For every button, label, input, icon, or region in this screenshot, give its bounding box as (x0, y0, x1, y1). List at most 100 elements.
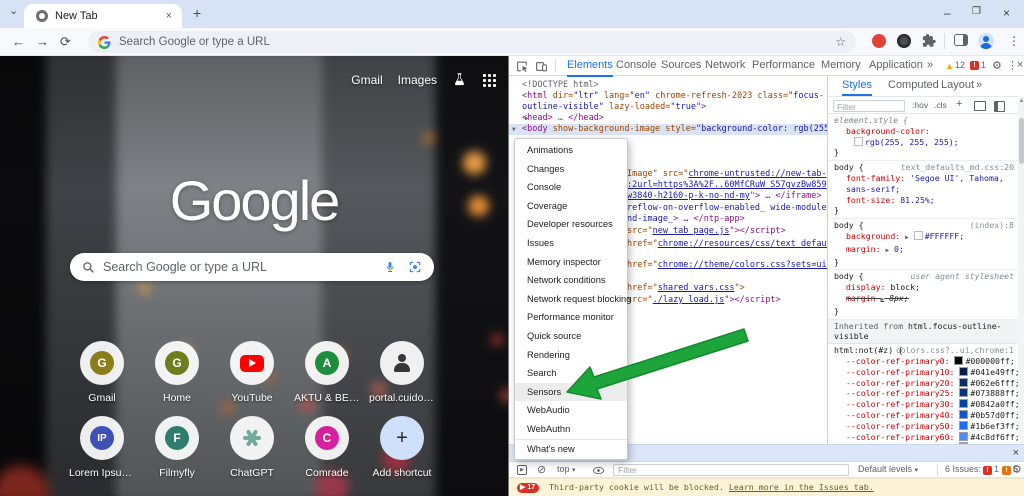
code-line-body-selected[interactable]: ▼ <body show-background-image style="back… (509, 124, 827, 135)
profile-avatar[interactable] (978, 33, 994, 49)
tab-network[interactable]: Network (705, 56, 745, 75)
side-panel-icon[interactable] (954, 34, 968, 46)
extension-aperture-icon[interactable] (897, 34, 911, 48)
tab-performance[interactable]: Performance (752, 56, 815, 75)
css-rule-body-defaults[interactable]: body {text_defaults_md.css:20 font-famil… (828, 161, 1018, 220)
browser-menu-icon[interactable]: ⋮ (1008, 35, 1020, 47)
shortcut-aktu[interactable]: A AKTU & BEU... (294, 341, 360, 404)
styles-filter-input[interactable]: Filter (833, 99, 905, 112)
stylesheet-link[interactable]: text_defaults_md.css:20 (901, 162, 1014, 173)
menu-item-rendering[interactable]: Rendering (515, 346, 627, 365)
issues-counter[interactable]: 6 Issues: (945, 464, 981, 474)
styles-scrollbar[interactable]: ▲ (1018, 96, 1024, 444)
device-toolbar-icon[interactable] (535, 60, 548, 73)
menu-item-network-request-blocking[interactable]: Network request blocking (515, 290, 631, 309)
menu-item-memory-inspector[interactable]: Memory inspector (515, 253, 627, 272)
new-style-rule-button[interactable]: + (956, 98, 962, 110)
ntp-search-box[interactable]: Search Google or type a URL (70, 253, 434, 281)
tab-new-tab[interactable]: New Tab × (24, 4, 182, 28)
code-line-doctype[interactable]: <!DOCTYPE html> (522, 80, 827, 91)
menu-item-webaudio[interactable]: WebAudio (515, 401, 627, 420)
warning-count-badge[interactable]: ▶ 17 (517, 482, 540, 493)
menu-item-sensors[interactable]: Sensors (515, 382, 627, 402)
console-filter-input[interactable]: Filter (613, 464, 849, 476)
color-swatch[interactable] (959, 409, 969, 419)
live-expression-eye-icon[interactable] (593, 466, 604, 475)
menu-item-whats-new[interactable]: What's new (515, 438, 627, 459)
css-rule-html-not[interactable]: html:not(#z) {colors.css?..ui,chrome:1 -… (828, 344, 1018, 444)
console-settings-gear-icon[interactable]: ⚙ (1012, 463, 1022, 476)
console-sidebar-icon[interactable]: ▶ (517, 465, 527, 475)
console-context-selector[interactable]: top ▾ (557, 464, 576, 474)
scroll-up-icon[interactable]: ▲ (1019, 98, 1024, 104)
images-link[interactable]: Images (398, 73, 437, 87)
window-minimize-button[interactable]: – (944, 6, 951, 20)
shortcut-lorem-ipsum[interactable]: IP Lorem Ipsum... (69, 416, 135, 479)
color-swatch[interactable] (959, 420, 969, 430)
code-line-html[interactable]: <html dir="ltr" lang="en" chrome-refresh… (522, 91, 827, 113)
color-swatch[interactable] (959, 431, 969, 441)
menu-item-console[interactable]: Console (515, 178, 627, 197)
color-swatch[interactable] (959, 366, 969, 376)
more-tabs-icon[interactable]: » (927, 56, 933, 75)
color-swatch[interactable] (959, 399, 969, 409)
css-var-row[interactable]: --color-ref-primary20: #062e6fff; (834, 377, 1018, 389)
log-levels-dropdown[interactable]: Default levels ▾ (858, 464, 918, 474)
tab-application[interactable]: Application (869, 56, 923, 75)
toggle-hover-button[interactable]: :hov (912, 100, 928, 110)
tab-computed[interactable]: Computed (888, 76, 939, 94)
css-var-row[interactable]: --color-ref-primary60: #4c8df6ff; (834, 431, 1018, 443)
tab-console[interactable]: Console (616, 56, 656, 75)
color-swatch[interactable] (954, 355, 964, 365)
error-icon[interactable]: ! (970, 61, 979, 70)
window-restore-button[interactable]: ❐ (972, 6, 981, 17)
ntp-search-input[interactable]: Search Google or type a URL (103, 260, 384, 274)
menu-item-developer-resources[interactable]: Developer resources (515, 215, 627, 234)
computed-panel-icon[interactable] (974, 101, 986, 111)
more-style-tabs-icon[interactable]: » (976, 76, 982, 94)
code-line-head[interactable]: ▶ <head> … </head> (522, 113, 827, 124)
warning-icon[interactable]: ▲ (945, 61, 954, 71)
reload-icon[interactable]: ⟳ (60, 35, 71, 48)
menu-item-issues[interactable]: Issues (515, 234, 627, 253)
extension-red-icon[interactable] (872, 34, 886, 48)
shortcut-portal-cuidol[interactable]: portal.cuidol.in (369, 341, 435, 404)
shortcut-chatgpt[interactable]: ChatGPT (219, 416, 285, 479)
lens-icon[interactable] (408, 260, 422, 274)
color-swatch[interactable] (959, 377, 969, 387)
address-input[interactable]: Search Google or type a URL (119, 36, 835, 48)
stylesheet-link[interactable]: (index):8 (970, 220, 1014, 231)
css-rule-body-ua[interactable]: body {user agent stylesheet display: blo… (828, 270, 1018, 320)
bookmark-star-icon[interactable]: ☆ (835, 35, 846, 49)
settings-gear-icon[interactable]: ⚙ (992, 59, 1002, 72)
shortcut-gmail[interactable]: G Gmail (69, 341, 135, 404)
menu-item-coverage[interactable]: Coverage (515, 197, 627, 216)
menu-item-quick-source[interactable]: Quick source (515, 327, 627, 346)
menu-item-performance-monitor[interactable]: Performance monitor (515, 308, 627, 327)
menu-item-network-conditions[interactable]: Network conditions (515, 271, 627, 290)
shortcut-youtube[interactable]: YouTube (219, 341, 285, 404)
apps-grid-icon[interactable] (482, 72, 496, 87)
color-swatch[interactable] (854, 136, 863, 146)
tab-elements[interactable]: Elements (567, 56, 613, 77)
shortcut-filmyfly[interactable]: F Filmyfly (144, 416, 210, 479)
new-tab-button[interactable]: + (193, 6, 201, 20)
tab-layout[interactable]: Layout (941, 76, 974, 94)
shortcut-home[interactable]: G Home (144, 341, 210, 404)
issues-tab-link[interactable]: Learn more in the Issues tab. (729, 482, 874, 492)
css-var-row[interactable]: --color-ref-primary25: #073888ff; (834, 388, 1018, 399)
shortcut-comrade[interactable]: C Comrade (294, 416, 360, 479)
extensions-puzzle-icon[interactable] (921, 33, 936, 48)
tab-styles[interactable]: Styles (842, 76, 872, 96)
css-var-row[interactable]: --color-ref-primary10: #041e49ff; (834, 366, 1018, 378)
mic-icon[interactable] (384, 260, 396, 274)
menu-item-changes[interactable]: Changes (515, 160, 627, 179)
color-swatch[interactable] (913, 230, 923, 240)
labs-flask-icon[interactable] (452, 72, 467, 87)
css-var-row[interactable]: --color-ref-primary30: #0842a0ff; (834, 399, 1018, 410)
stylesheet-link[interactable]: colors.css?..ui,chrome:1 (896, 345, 1014, 356)
notification-close-icon[interactable]: × (1013, 447, 1019, 459)
menu-item-animations[interactable]: Animations (515, 141, 627, 160)
css-var-row[interactable]: --color-ref-primary40: #0b57d0ff; (834, 409, 1018, 421)
clear-console-icon[interactable]: ⊘ (537, 463, 546, 476)
